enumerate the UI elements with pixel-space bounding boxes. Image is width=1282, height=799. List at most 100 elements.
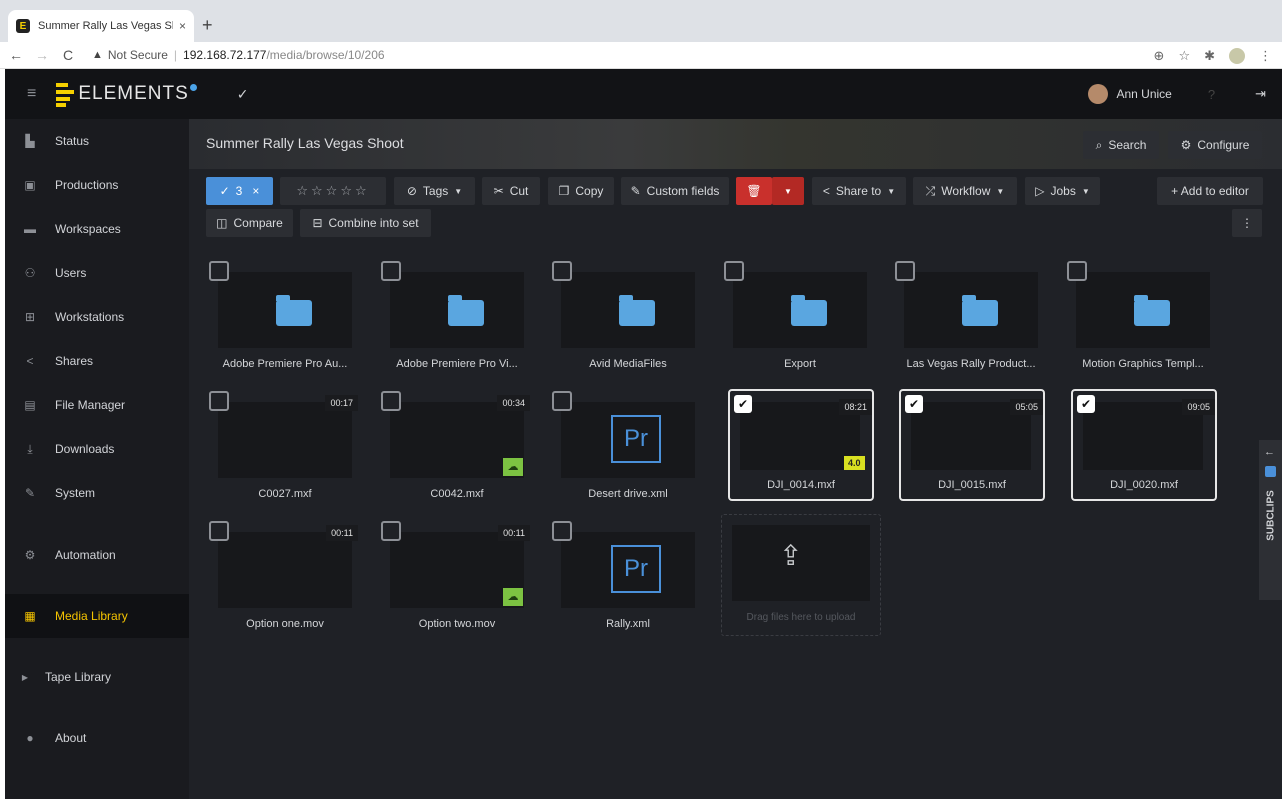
check-icon[interactable]: ✓ (237, 86, 249, 103)
forward-icon[interactable]: → (32, 47, 52, 63)
share-icon: < (822, 184, 830, 198)
sidebar-item-system[interactable]: ✎ System (5, 471, 189, 515)
select-checkbox[interactable] (381, 261, 401, 281)
user-name[interactable]: Ann Unice (1116, 87, 1171, 101)
media-card-selected[interactable]: ✔ 05:05 DJI_0015.mxf (899, 389, 1045, 509)
media-card-selected[interactable]: ✔ 08:21 4.0 DJI_0014.mxf (728, 389, 874, 509)
user-avatar[interactable] (1088, 84, 1109, 104)
media-card[interactable]: Pr Rally.xml (552, 521, 695, 641)
folder-card[interactable]: Adobe Premiere Pro Vi... (381, 261, 524, 381)
folder-name: Adobe Premiere Pro Vi... (396, 358, 518, 370)
zoom-icon[interactable]: ⊕ (1154, 48, 1165, 64)
combine-into-set-button[interactable]: ⊟ Combine into set (300, 209, 431, 237)
sidebar-item-shares[interactable]: < Shares (5, 339, 189, 383)
folder-card[interactable]: Adobe Premiere Pro Au... (209, 261, 352, 381)
select-checkbox[interactable] (1067, 261, 1087, 281)
elements-logo[interactable]: ELEMENTS (56, 81, 197, 107)
select-checkbox[interactable] (895, 261, 915, 281)
compare-button[interactable]: ◫ Compare (206, 209, 293, 237)
folder-icon (448, 295, 484, 326)
profile-avatar[interactable] (1229, 47, 1245, 64)
share-to-button[interactable]: < Share to ▼ (812, 177, 906, 205)
xml-thumb: Pr (561, 402, 695, 478)
extensions-icon[interactable]: ✱ (1204, 48, 1215, 64)
checked-checkbox-icon[interactable]: ✔ (1077, 395, 1095, 413)
delete-button[interactable]: 🗑 (736, 177, 772, 205)
dropdown-caret-icon: ▼ (996, 186, 1005, 196)
rating-stars[interactable]: ☆☆☆☆☆ (280, 177, 386, 205)
tags-button[interactable]: ⊘ Tags ▼ (394, 177, 475, 205)
folder-card[interactable]: Motion Graphics Templ... (1067, 261, 1210, 381)
sidebar-item-users[interactable]: ⚇ Users (5, 251, 189, 295)
jobs-button[interactable]: ▷ Jobs ▼ (1025, 177, 1100, 205)
sidebar-item-workstations[interactable]: ⊞ Workstations (5, 295, 189, 339)
sidebar-item-productions[interactable]: ▣ Productions (5, 163, 189, 207)
help-icon[interactable]: ? (1208, 87, 1215, 102)
clear-selection-icon[interactable]: × (252, 184, 259, 198)
media-card[interactable]: Pr Desert drive.xml (552, 391, 695, 511)
cut-button[interactable]: ✂ Cut (482, 177, 540, 205)
select-checkbox[interactable] (381, 521, 401, 541)
workflow-button[interactable]: ⤮ Workflow ▼ (913, 177, 1017, 205)
copy-button[interactable]: ❐ Copy (548, 177, 614, 205)
media-card[interactable]: 00:34 ☁ C0042.mxf (381, 391, 530, 511)
select-checkbox[interactable] (724, 261, 744, 281)
url-field[interactable]: ▲ Not Secure | 192.168.72.177/media/brow… (92, 48, 385, 62)
url-separator: | (173, 48, 178, 62)
media-card[interactable]: 00:17 C0027.mxf (209, 391, 358, 511)
select-checkbox[interactable] (209, 521, 229, 541)
selection-count-button[interactable]: ✓ 3 × (206, 177, 273, 205)
select-checkbox[interactable] (209, 261, 229, 281)
workspaces-icon: ▬ (24, 222, 36, 236)
sidebar-item-file-manager[interactable]: ▤ File Manager (5, 383, 189, 427)
copy-icon: ❐ (558, 184, 570, 198)
automation-icon: ⚙ (24, 548, 36, 562)
custom-fields-button[interactable]: ✎ Custom fields (621, 177, 729, 205)
select-checkbox[interactable] (552, 261, 572, 281)
checked-checkbox-icon[interactable]: ✔ (734, 395, 752, 413)
media-card[interactable]: 00:11 Option one.mov (209, 521, 358, 641)
checked-checkbox-icon[interactable]: ✔ (905, 395, 923, 413)
configure-button[interactable]: ⚙ Configure (1168, 131, 1262, 159)
select-checkbox[interactable] (381, 391, 401, 411)
more-options-button[interactable]: ⋮ (1232, 209, 1262, 237)
browser-tab[interactable]: E Summer Rally Las Vegas Shoo × (8, 10, 194, 42)
folder-card[interactable]: Avid MediaFiles (552, 261, 695, 381)
folder-card[interactable]: Las Vegas Rally Product... (895, 261, 1038, 381)
pencil-icon: ✎ (630, 184, 641, 198)
select-checkbox[interactable] (209, 391, 229, 411)
add-to-editor-button[interactable]: + Add to editor (1157, 177, 1263, 205)
upload-dropzone[interactable]: ⇪ Drag files here to upload (721, 514, 881, 636)
media-card-selected[interactable]: ✔ 09:05 DJI_0020.mxf (1071, 389, 1217, 509)
sidebar-item-automation[interactable]: ⚙ Automation (5, 533, 189, 577)
delete-dropdown-button[interactable]: ▼ (772, 177, 804, 205)
system-icon: ✎ (24, 486, 36, 500)
logout-icon[interactable]: ⇥ (1255, 86, 1266, 102)
sidebar-item-label: Workspaces (55, 222, 121, 236)
media-library-icon: ▦ (24, 609, 36, 623)
reload-icon[interactable]: C (58, 47, 78, 63)
folder-card[interactable]: Export (724, 261, 867, 381)
sidebar-item-workspaces[interactable]: ▬ Workspaces (5, 207, 189, 251)
sidebar-item-downloads[interactable]: ⤓ Downloads (5, 427, 189, 471)
sidebar-item-tape-library[interactable]: ▶ Tape Library (5, 655, 189, 699)
close-tab-icon[interactable]: × (179, 19, 186, 33)
sidebar-item-media-library[interactable]: ▦ Media Library (5, 594, 189, 638)
hamburger-menu-icon[interactable]: ≡ (27, 85, 36, 103)
trash-icon: 🗑 (746, 184, 762, 198)
select-checkbox[interactable] (552, 521, 572, 541)
folder-name: Las Vegas Rally Product... (906, 358, 1036, 370)
subclips-panel-tab[interactable]: ← SUBCLIPS (1259, 440, 1282, 600)
sidebar-item-status[interactable]: ▙ Status (5, 119, 189, 163)
back-icon[interactable]: ← (6, 47, 26, 63)
browser-menu-icon[interactable]: ⋮ (1259, 48, 1272, 64)
check-all-icon: ✓ (219, 184, 230, 198)
star-icons[interactable]: ☆☆☆☆☆ (296, 183, 369, 199)
media-card[interactable]: 00:11 ☁ Option two.mov (381, 521, 530, 641)
sidebar-item-label: Status (55, 134, 90, 148)
bookmark-star-icon[interactable]: ☆ (1178, 48, 1190, 64)
select-checkbox[interactable] (552, 391, 572, 411)
new-tab-button[interactable]: + (202, 16, 213, 34)
search-button[interactable]: ⌕ Search (1083, 131, 1159, 159)
sidebar-item-about[interactable]: ● About (5, 716, 189, 760)
